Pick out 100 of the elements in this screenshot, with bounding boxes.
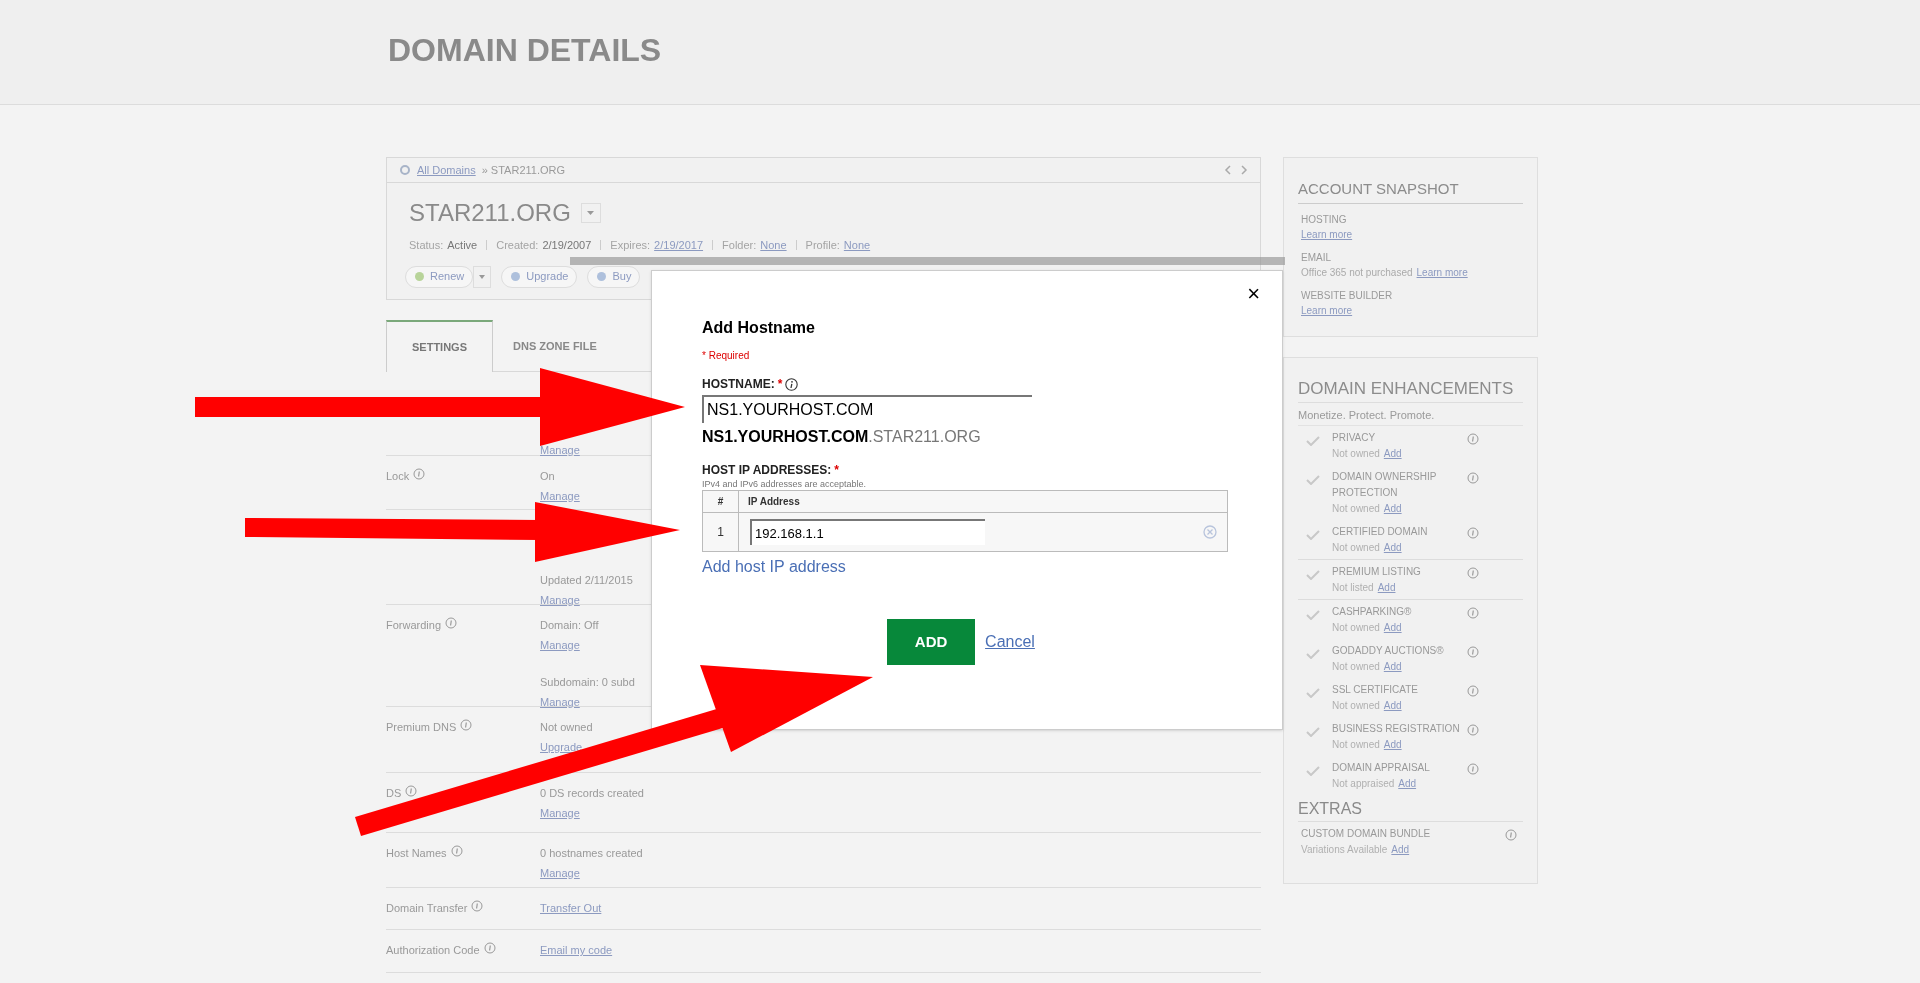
- item-status: Not owned: [1332, 699, 1380, 713]
- learn-more-link[interactable]: Learn more: [1301, 302, 1353, 318]
- setting-link[interactable]: Manage: [540, 864, 580, 881]
- chevron-right-icon[interactable]: [1240, 165, 1248, 175]
- setting-link[interactable]: Manage: [540, 591, 580, 608]
- setting-label: DS: [386, 786, 402, 801]
- setting-link[interactable]: Manage: [540, 487, 580, 504]
- row-number: 1: [716, 524, 725, 542]
- learn-more-link[interactable]: Learn more: [1416, 264, 1468, 280]
- hostname-field[interactable]: NS1.YOURHOST.COM: [702, 395, 1032, 423]
- setting-link[interactable]: Email my code: [540, 942, 613, 959]
- action-icon: [510, 271, 522, 282]
- item-status: Not owned: [1332, 738, 1380, 752]
- add-link[interactable]: Add: [1391, 842, 1410, 857]
- action-button[interactable]: Upgrade: [501, 265, 578, 288]
- help-icon[interactable]: [405, 785, 418, 797]
- add-ip-link[interactable]: Add host IP address: [702, 555, 846, 580]
- item-title: SSL CERTIFICATE: [1332, 683, 1419, 697]
- setting-label: Premium DNS: [386, 720, 457, 735]
- add-link[interactable]: Add: [1398, 776, 1417, 791]
- setting-value: Not owned: [540, 720, 593, 735]
- help-icon[interactable]: [413, 468, 426, 480]
- check-icon: [1306, 649, 1320, 659]
- check-icon: [1306, 530, 1320, 540]
- status-label: Profile:: [805, 238, 840, 253]
- help-icon[interactable]: [1467, 763, 1479, 775]
- item-title: CERTIFIED DOMAIN: [1332, 525, 1429, 539]
- domain-name: STAR211.ORG: [409, 198, 571, 228]
- action-button[interactable]: Buy: [587, 265, 641, 288]
- setting-value: Updated 2/11/2015: [540, 573, 633, 588]
- item-text: Office 365 not purchased: [1301, 265, 1413, 280]
- panel-tagline: Monetize. Protect. Promote.: [1298, 406, 1523, 426]
- dropdown-button[interactable]: [473, 265, 492, 288]
- info-icon[interactable]: [785, 377, 799, 391]
- help-icon[interactable]: [1467, 567, 1479, 579]
- field-hint: IPv4 and IPv6 addresses are acceptable.: [702, 479, 868, 491]
- help-icon[interactable]: [471, 900, 484, 912]
- item-title: GODADDY AUCTIONS®: [1332, 644, 1445, 658]
- check-icon: [1306, 766, 1320, 776]
- tab[interactable]: DNS ZONE FILE: [493, 320, 617, 372]
- setting-link[interactable]: Upgrade: [540, 738, 583, 755]
- field-label: HOSTNAME:: [702, 376, 775, 393]
- help-icon[interactable]: [483, 942, 496, 954]
- help-icon[interactable]: [1467, 433, 1479, 445]
- add-link[interactable]: Add: [1383, 620, 1402, 635]
- add-link[interactable]: Add: [1383, 698, 1402, 713]
- page-title: DOMAIN DETAILS: [388, 34, 662, 66]
- add-link[interactable]: Add: [1383, 737, 1402, 752]
- action-icon: [414, 271, 425, 282]
- item-status: Variations Available: [1301, 843, 1388, 857]
- hostname-preview: NS1.YOURHOST.COM: [702, 428, 869, 445]
- setting-label: Forwarding: [386, 618, 442, 633]
- item-title: EMAIL: [1301, 250, 1332, 265]
- help-icon[interactable]: [1467, 724, 1479, 736]
- help-icon[interactable]: [1505, 829, 1517, 841]
- setting-value: 0 hostnames created: [540, 846, 643, 861]
- close-button[interactable]: ×: [1247, 283, 1260, 305]
- help-icon[interactable]: [460, 719, 473, 731]
- breadcrumb-link[interactable]: All Domains: [417, 161, 476, 179]
- help-icon[interactable]: [1467, 472, 1479, 484]
- caret-icon: [479, 274, 486, 279]
- setting-link[interactable]: Manage: [540, 636, 580, 653]
- help-icon[interactable]: [445, 617, 458, 629]
- add-link[interactable]: Add: [1383, 501, 1402, 516]
- cancel-link[interactable]: Cancel: [985, 630, 1035, 655]
- ip-address-field[interactable]: 192.168.1.1: [750, 519, 985, 546]
- help-icon[interactable]: [450, 845, 463, 857]
- tab[interactable]: SETTINGS: [386, 320, 493, 372]
- status-value: Active: [447, 238, 478, 253]
- action-icon: [596, 271, 608, 282]
- panel-title: DOMAIN ENHANCEMENTS: [1298, 376, 1523, 403]
- add-link[interactable]: Add: [1377, 580, 1396, 595]
- setting-label: Domain Transfer: [386, 901, 468, 916]
- dropdown-button[interactable]: [580, 203, 601, 223]
- help-icon[interactable]: [1467, 685, 1479, 697]
- setting-link[interactable]: Manage: [540, 442, 580, 459]
- add-link[interactable]: Add: [1383, 659, 1402, 674]
- add-link[interactable]: Add: [1383, 540, 1402, 555]
- action-button[interactable]: Renew: [405, 265, 474, 288]
- learn-more-link[interactable]: Learn more: [1301, 226, 1353, 242]
- setting-value: Domain: Off: [540, 618, 599, 633]
- status-link[interactable]: 2/19/2017: [654, 237, 704, 254]
- column-header: IP Address: [738, 491, 1227, 513]
- setting-link[interactable]: Manage: [540, 693, 580, 710]
- help-icon[interactable]: [1467, 527, 1479, 539]
- item-title: PREMIUM LISTING: [1332, 565, 1422, 579]
- help-icon[interactable]: [1467, 646, 1479, 658]
- setting-link[interactable]: Manage: [540, 804, 580, 821]
- remove-icon[interactable]: [1203, 525, 1217, 540]
- help-icon[interactable]: [1467, 607, 1479, 619]
- item-status: Not owned: [1332, 621, 1380, 635]
- setting-link[interactable]: Transfer Out: [540, 900, 602, 917]
- item-status: Not owned: [1332, 660, 1380, 674]
- status-label: Created:: [496, 238, 539, 253]
- setting-value: On: [540, 469, 555, 484]
- add-button[interactable]: ADD: [887, 619, 976, 666]
- status-link[interactable]: None: [760, 237, 787, 254]
- add-link[interactable]: Add: [1383, 446, 1402, 461]
- chevron-left-icon[interactable]: [1224, 165, 1232, 175]
- status-link[interactable]: None: [843, 237, 871, 254]
